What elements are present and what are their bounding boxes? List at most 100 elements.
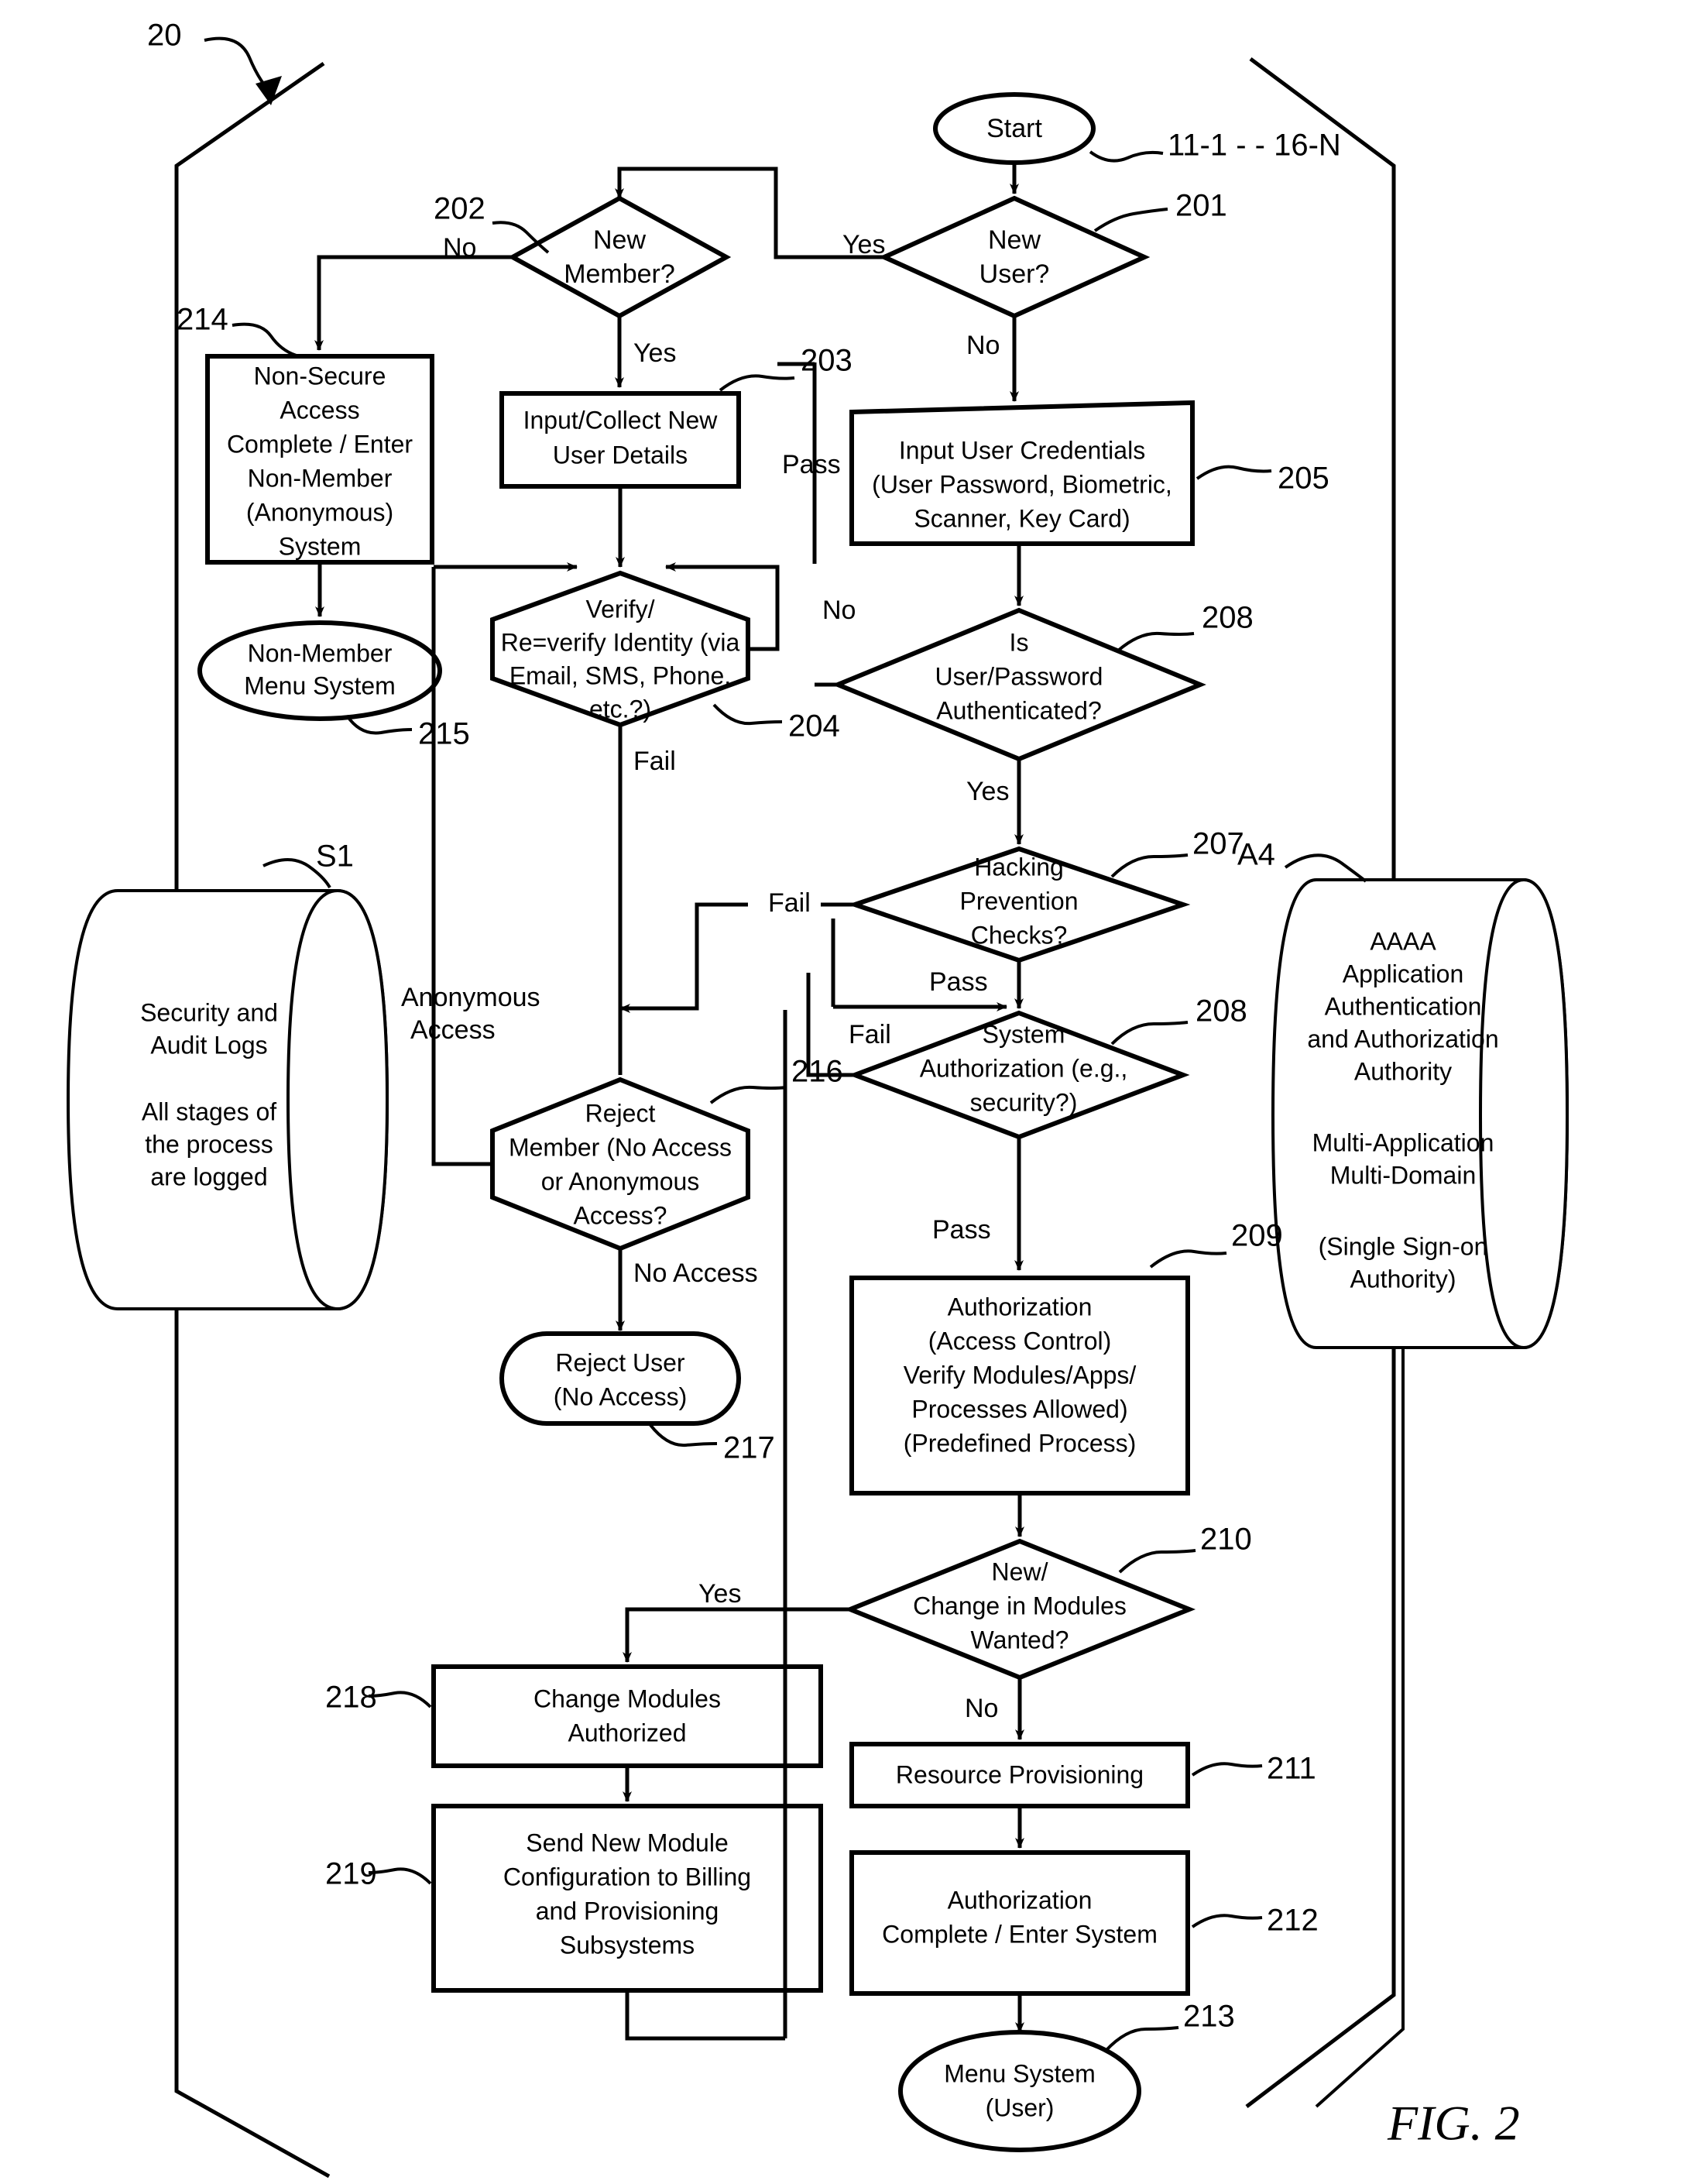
ref-213-leader bbox=[1104, 2026, 1179, 2052]
ref-211-leader bbox=[1191, 1762, 1263, 1777]
node-207: Hacking Prevention Checks? bbox=[847, 846, 1191, 963]
node-207-line1: Hacking bbox=[974, 853, 1064, 881]
node-209-line2: (Access Control) bbox=[928, 1327, 1112, 1355]
ref-214: 214 bbox=[177, 303, 228, 337]
node-216-line1: Reject bbox=[585, 1099, 656, 1127]
edge-label-201-no: No bbox=[966, 331, 1000, 360]
node-211: Resource Provisioning bbox=[849, 1742, 1190, 1808]
edge-label-210-no: No bbox=[965, 1694, 998, 1723]
node-214-line3: Complete / Enter bbox=[227, 430, 413, 458]
ref-216-leader bbox=[709, 1085, 787, 1104]
edge-202-no-to-214 bbox=[314, 255, 513, 351]
node-a4-line10: (Single Sign-on bbox=[1319, 1232, 1488, 1260]
node-210-line2: Change in Modules bbox=[913, 1592, 1127, 1619]
node-202-line2: Member? bbox=[564, 259, 675, 289]
ref-11-1-16-N: 11-1 - - 16-N bbox=[1168, 129, 1341, 163]
node-204-line2: Re=verify Identity (via bbox=[501, 628, 740, 656]
node-a4: AAAA Application Authentication and Auth… bbox=[1271, 877, 1569, 1350]
node-s1: Security and Audit Logs All stages of th… bbox=[66, 888, 389, 1311]
ref-205: 205 bbox=[1278, 462, 1329, 496]
ref-208: 208 bbox=[1196, 994, 1247, 1028]
node-206-line3: Authenticated? bbox=[936, 696, 1102, 724]
node-219-line1: Send New Module bbox=[526, 1829, 728, 1856]
node-213-line2: (User) bbox=[986, 2093, 1055, 2121]
ref-205-leader bbox=[1196, 465, 1272, 480]
ref-210: 210 bbox=[1200, 1523, 1252, 1557]
node-204-line1: Verify/ bbox=[586, 595, 655, 623]
node-216-line4: Access? bbox=[574, 1201, 667, 1229]
node-204: Verify/ Re=verify Identity (via Email, S… bbox=[490, 570, 750, 728]
ref-a4-leader bbox=[1284, 853, 1367, 883]
node-a4-line11: Authority) bbox=[1350, 1265, 1456, 1293]
node-202: New Member? bbox=[507, 195, 732, 319]
node-210-line3: Wanted? bbox=[971, 1626, 1069, 1653]
edge-label-206-yes: Yes bbox=[966, 777, 1009, 806]
edge-label-203-pass: Pass bbox=[782, 450, 841, 479]
node-s1-line6: are logged bbox=[150, 1162, 267, 1190]
node-219-line3: and Provisioning bbox=[536, 1897, 719, 1925]
patent-figure-page: 20 Start 11-1 - - 16-N New User? 201 Yes… bbox=[0, 0, 1705, 2184]
edge-219-out bbox=[625, 1990, 785, 2041]
node-214-line5: (Anonymous) bbox=[246, 498, 393, 526]
ref-208-leader bbox=[1110, 1021, 1189, 1046]
node-214-line6: System bbox=[279, 532, 362, 560]
ref-204: 204 bbox=[788, 709, 840, 743]
node-216: Reject Member (No Access or Anonymous Ac… bbox=[490, 1077, 750, 1252]
node-205-line1: Input User Credentials bbox=[899, 436, 1145, 464]
node-208-line1: System bbox=[983, 1020, 1065, 1048]
node-a4-line1: AAAA bbox=[1370, 927, 1436, 955]
node-a4-line4: and Authorization bbox=[1307, 1025, 1498, 1053]
node-s1-line1: Security and bbox=[140, 998, 278, 1026]
edge-anon-into-216 bbox=[431, 1069, 492, 1166]
node-start: Start bbox=[933, 92, 1096, 165]
ref-219-leader bbox=[368, 1867, 432, 1885]
node-219-line4: Subsystems bbox=[560, 1931, 695, 1959]
start-ref-leader bbox=[1089, 150, 1164, 163]
node-217-line1: Reject User bbox=[555, 1348, 685, 1376]
ref-210-leader bbox=[1118, 1549, 1196, 1574]
edge-207-fail-b bbox=[619, 902, 748, 1013]
node-215-line2: Menu System bbox=[244, 671, 396, 699]
edge-label-202-yes: Yes bbox=[633, 338, 676, 368]
node-206: Is User/Password Authenticated? bbox=[832, 607, 1206, 762]
ref-207: 207 bbox=[1192, 827, 1244, 861]
ref-215: 215 bbox=[418, 717, 470, 751]
node-215-line1: Non-Member bbox=[248, 639, 393, 667]
edge-label-204-fail: Fail bbox=[633, 747, 676, 776]
edge-210-yes-to-218 bbox=[623, 1607, 850, 1663]
ref-201: 201 bbox=[1175, 189, 1227, 223]
ref-214-leader bbox=[232, 322, 300, 358]
node-205-line2: (User Password, Biometric, bbox=[872, 470, 1172, 498]
node-206-line1: Is bbox=[1010, 628, 1029, 656]
node-203: Input/Collect New User Details bbox=[499, 391, 741, 489]
ref-217-leader bbox=[649, 1423, 718, 1447]
node-a4-line7: Multi-Application bbox=[1312, 1128, 1494, 1156]
ref-217: 217 bbox=[723, 1431, 775, 1465]
node-208-line2: Authorization (e.g., bbox=[920, 1054, 1128, 1082]
node-209-line3: Verify Modules/Apps/ bbox=[904, 1361, 1137, 1389]
ref-20: 20 bbox=[147, 19, 182, 53]
node-219-line2: Configuration to Billing bbox=[503, 1863, 751, 1890]
node-s1-line5: the process bbox=[145, 1130, 273, 1158]
node-a4-line5: Authority bbox=[1354, 1057, 1452, 1085]
node-217-line2: (No Access) bbox=[554, 1382, 687, 1410]
node-210-line1: New/ bbox=[992, 1557, 1048, 1585]
node-203-line2: User Details bbox=[553, 441, 688, 469]
node-204-line3: Email, SMS, Phone, bbox=[509, 661, 731, 689]
node-201: New User? bbox=[878, 195, 1151, 319]
ref-A4: A4 bbox=[1237, 838, 1275, 872]
node-207-line2: Prevention bbox=[960, 887, 1079, 915]
node-209: Authorization (Access Control) Verify Mo… bbox=[849, 1276, 1190, 1495]
ref-218: 218 bbox=[325, 1681, 377, 1715]
flowchart-svg: 20 Start 11-1 - - 16-N New User? 201 Yes… bbox=[66, 19, 1569, 2179]
ref-206: 208 bbox=[1202, 601, 1254, 635]
node-216-line2: Member (No Access bbox=[509, 1133, 732, 1161]
ref-201-leader bbox=[1093, 208, 1168, 232]
edge-label-anon-1: Anonymous bbox=[401, 983, 540, 1012]
ref-216: 216 bbox=[791, 1055, 843, 1089]
node-208: System Authorization (e.g., security?) bbox=[848, 1010, 1190, 1140]
node-219: Send New Module Configuration to Billing… bbox=[431, 1804, 823, 1993]
edge-a4-down bbox=[1315, 1348, 1405, 2108]
edge-label-208-pass: Pass bbox=[932, 1215, 991, 1245]
node-214: Non-Secure Access Complete / Enter Non-M… bbox=[205, 354, 434, 565]
